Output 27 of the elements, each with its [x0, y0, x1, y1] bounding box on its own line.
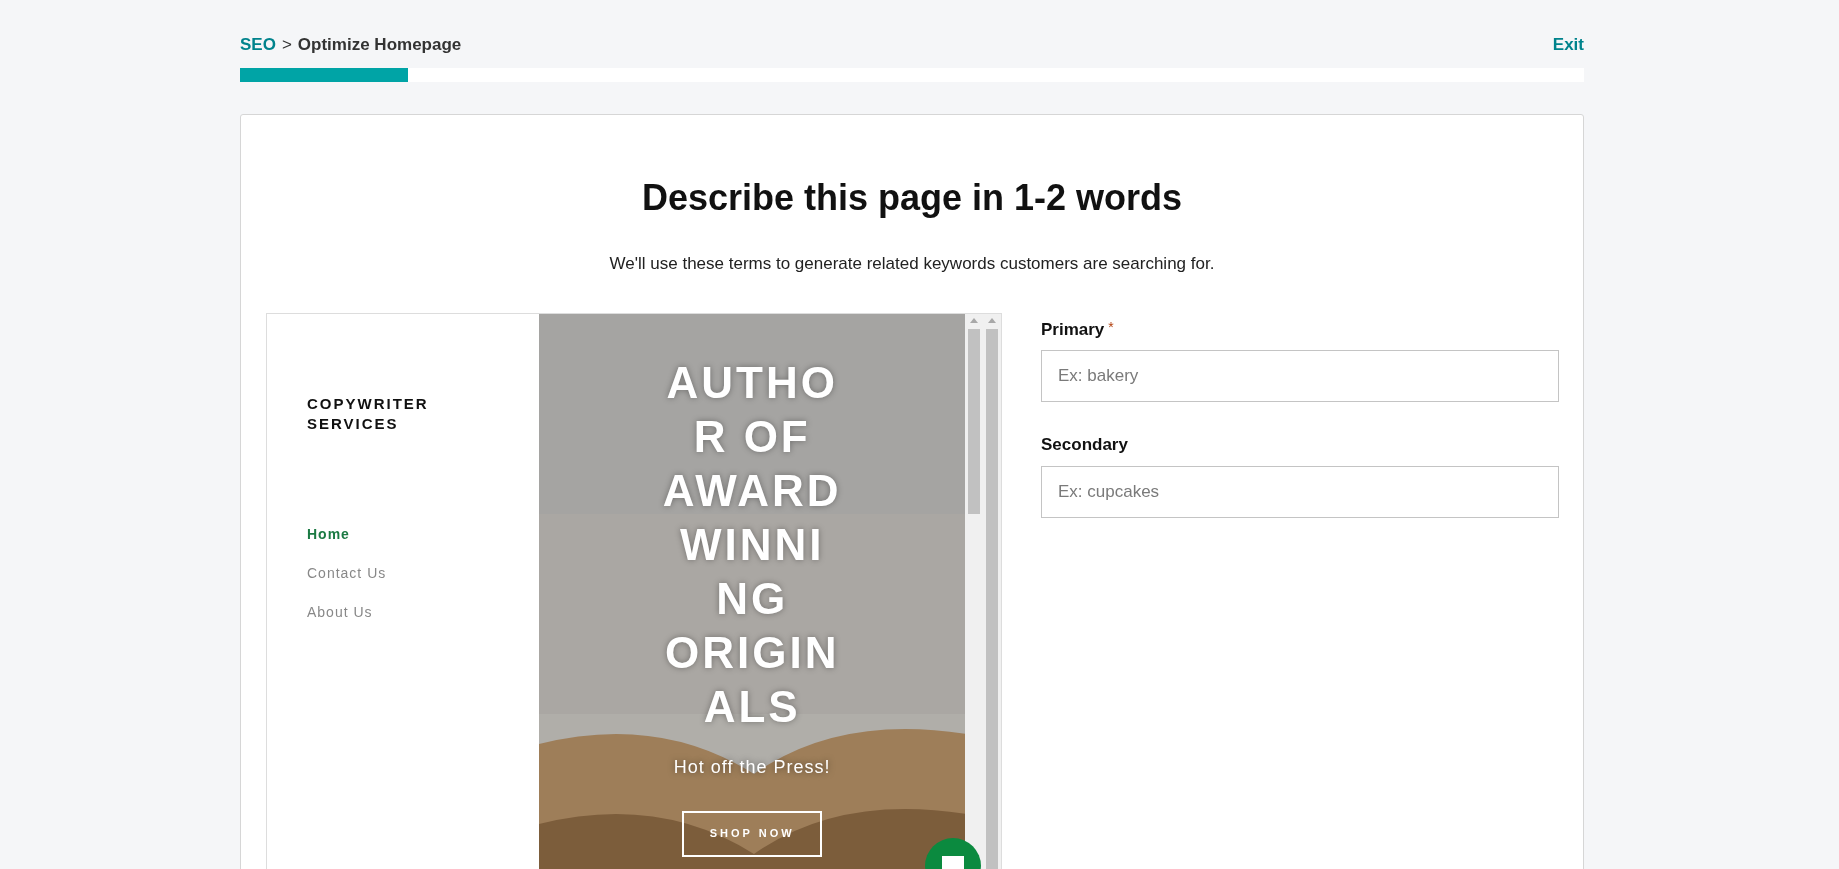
hero-heading-line: NG — [716, 572, 789, 625]
input-field[interactable]: Ex: bakery — [1041, 350, 1559, 402]
hero-heading-line: WINNI — [679, 518, 825, 571]
hero-heading-line: R OF — [693, 410, 811, 463]
exit-link[interactable]: Exit — [1552, 32, 1584, 58]
page-subheading: We'll use these terms to generate related keywords customers are searching for. — [608, 253, 1216, 275]
nav-link[interactable]: Home — [307, 523, 350, 545]
field-label: Primary — [1041, 318, 1105, 341]
hero-heading-line: ORIGIN — [664, 626, 840, 679]
scroll-up-icon[interactable] — [988, 317, 996, 323]
scrollbar-thumb[interactable] — [968, 328, 981, 514]
breadcrumb-separator: > — [281, 34, 292, 57]
hero-heading-line: AWARD — [662, 464, 842, 517]
site-title: COPYWRITER SERVICES — [307, 393, 430, 434]
hero-heading-line: AUTHO — [666, 356, 838, 409]
nav-link[interactable]: About Us — [307, 601, 373, 623]
hero-heading-line: ALS — [703, 680, 801, 733]
nav-link[interactable]: Contact Us — [307, 562, 387, 584]
field-label: Secondary — [1041, 434, 1128, 456]
chat-icon — [942, 856, 964, 869]
scrollbar-thumb[interactable] — [986, 328, 998, 869]
shop-now-button[interactable]: SHOP NOW — [682, 810, 823, 857]
required-mark: * — [1108, 317, 1114, 337]
input-field[interactable]: Ex: cupcakes — [1041, 465, 1559, 518]
breadcrumb-link[interactable]: SEO — [240, 32, 276, 58]
breadcrumb-current: Optimize Homepage — [297, 34, 462, 57]
page-heading: Describe this page in 1-2 words — [640, 176, 1184, 220]
